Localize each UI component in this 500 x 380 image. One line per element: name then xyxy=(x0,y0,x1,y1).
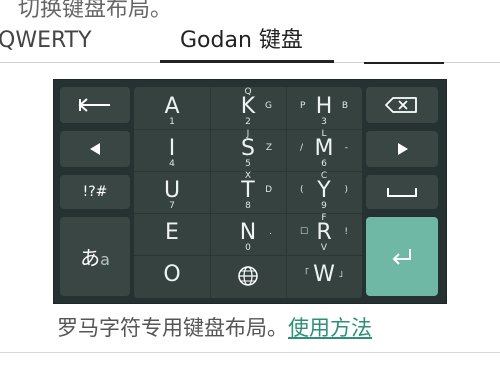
key-main: H xyxy=(315,94,333,119)
godan-keyboard-preview: !?# あa A 1 Q K G 2 P H B 3 I 4 J S Z 5 L… xyxy=(53,79,447,304)
globe-key[interactable] xyxy=(210,255,286,297)
symbols-key-label: !?# xyxy=(82,184,108,200)
key-y[interactable]: C ( Y ) 9 xyxy=(286,171,362,213)
key-bottom: 1 xyxy=(169,117,175,127)
kana-switch-glyph: あ xyxy=(80,246,101,270)
key-main: T xyxy=(241,178,255,203)
top-partial-text: 切换键盘布局。 xyxy=(18,0,173,22)
key-bottom: 5 xyxy=(245,159,251,169)
key-m[interactable]: L / M - 6 xyxy=(286,129,362,171)
key-s[interactable]: J S Z 5 xyxy=(210,129,286,171)
space-icon xyxy=(387,188,417,197)
key-main: Y xyxy=(317,178,331,203)
key-h[interactable]: P H B 3 xyxy=(286,87,362,129)
key-main: K xyxy=(240,94,256,119)
keyboard-settings-page: 切换键盘布局。 QWERTY Godan 键盘 !?# あa A 1 Q K G… xyxy=(0,0,500,380)
cursor-right-key[interactable] xyxy=(366,131,438,167)
key-main: E xyxy=(165,220,179,245)
key-main: W xyxy=(313,262,335,287)
key-right: G xyxy=(265,101,272,111)
usage-link[interactable]: 使用方法 xyxy=(288,316,372,340)
key-right: 」 xyxy=(338,269,348,279)
key-right: ! xyxy=(344,227,348,237)
key-main: M xyxy=(314,136,334,161)
kana-grid: A 1 Q K G 2 P H B 3 I 4 J S Z 5 L / M - … xyxy=(134,87,362,298)
caret-left-icon xyxy=(90,143,100,155)
cursor-left-key[interactable] xyxy=(60,131,130,167)
key-main: N xyxy=(239,220,257,245)
key-right: B xyxy=(341,101,348,111)
key-bottom: 2 xyxy=(245,117,251,127)
key-main: R xyxy=(316,220,332,245)
key-main: U xyxy=(163,178,181,203)
key-main: A xyxy=(164,94,180,119)
tab-qwerty[interactable]: QWERTY xyxy=(0,26,92,56)
key-bottom: 7 xyxy=(169,201,175,211)
tab-godan-keyboard[interactable]: Godan 键盘 xyxy=(180,26,303,56)
key-bottom: 0 xyxy=(245,243,251,253)
key-o[interactable]: O xyxy=(134,255,210,297)
caption-text: 罗马字符专用键盘布局。 xyxy=(57,316,288,340)
key-a[interactable]: A 1 xyxy=(134,87,210,129)
key-bottom: 4 xyxy=(169,159,175,169)
key-r[interactable]: F ☐ R ! V xyxy=(286,213,362,255)
key-right: D xyxy=(265,185,272,195)
enter-key[interactable] xyxy=(366,217,438,296)
caret-right-icon xyxy=(398,143,408,155)
enter-icon xyxy=(392,249,411,265)
tabs-right-accent xyxy=(364,62,444,64)
key-u[interactable]: U 7 xyxy=(134,171,210,213)
key-right: Z xyxy=(265,143,272,153)
key-main: S xyxy=(241,136,255,161)
key-bottom: 3 xyxy=(321,117,327,127)
symbols-key[interactable]: !?# xyxy=(60,175,130,209)
kana-switch-key[interactable]: あa xyxy=(60,217,130,296)
kana-switch-label: あa xyxy=(60,242,130,271)
delete-key[interactable] xyxy=(366,87,438,123)
key-right: . xyxy=(269,227,272,237)
backspace-left-arrow-key[interactable] xyxy=(60,87,130,123)
globe-icon xyxy=(238,266,258,286)
space-key[interactable] xyxy=(366,175,438,209)
key-bottom: V xyxy=(320,243,328,253)
key-bottom: 9 xyxy=(321,201,327,211)
layout-tabs: QWERTY Godan 键盘 xyxy=(0,26,500,64)
key-bottom: 8 xyxy=(245,201,251,211)
kana-switch-secondary: a xyxy=(100,250,110,269)
key-w[interactable]: 「 W 」 xyxy=(286,255,362,297)
key-i[interactable]: I 4 xyxy=(134,129,210,171)
left-arrow-icon xyxy=(78,98,110,112)
bottom-divider xyxy=(0,352,500,353)
key-n[interactable]: N . 0 xyxy=(210,213,286,255)
key-right: - xyxy=(344,143,348,153)
key-t[interactable]: X T D 8 xyxy=(210,171,286,213)
key-k[interactable]: Q K G 2 xyxy=(210,87,286,129)
selected-tab-indicator xyxy=(160,60,334,63)
key-main: O xyxy=(163,262,181,287)
layout-caption: 罗马字符专用键盘布局。使用方法 xyxy=(57,312,372,342)
key-bottom: 6 xyxy=(321,159,327,169)
backspace-icon xyxy=(385,97,417,113)
key-right: ) xyxy=(344,185,348,195)
key-e[interactable]: E xyxy=(134,213,210,255)
key-main: I xyxy=(168,136,176,161)
